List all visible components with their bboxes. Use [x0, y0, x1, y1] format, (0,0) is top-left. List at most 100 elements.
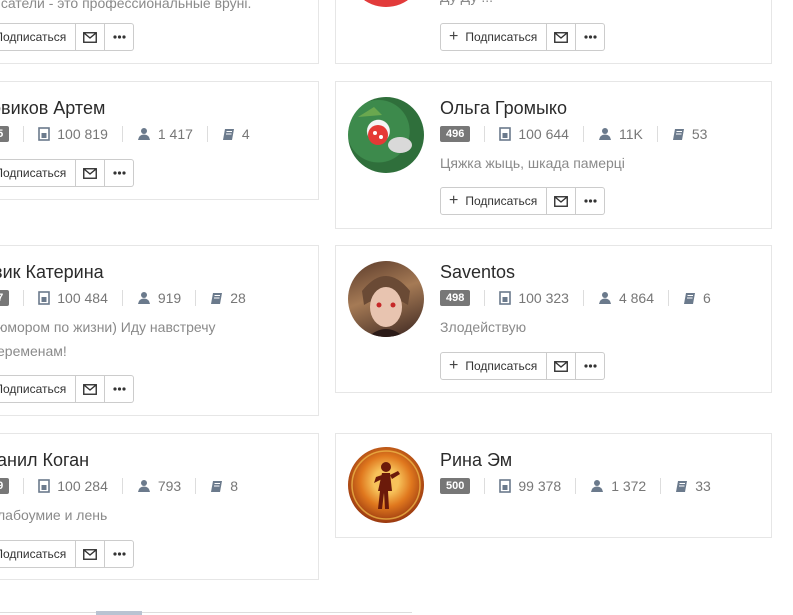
message-button[interactable]: [76, 23, 106, 51]
author-name[interactable]: Рина Эм: [440, 450, 512, 471]
book-pages-icon: [38, 479, 51, 493]
divider: [0, 612, 412, 613]
books-stat: 33: [675, 478, 711, 494]
person-icon: [598, 292, 611, 304]
author-name[interactable]: Ольга Громыко: [440, 98, 567, 119]
subscribe-button[interactable]: +Подписаться: [0, 23, 77, 51]
ellipsis-icon: [584, 199, 597, 203]
author-stats: 97 100 484 919 28: [0, 290, 246, 306]
followers-stat: 793: [137, 478, 181, 494]
avatar-image: [362, 276, 410, 337]
followers-stat: 4 864: [598, 290, 654, 306]
more-options-button[interactable]: [105, 159, 135, 187]
plus-icon: +: [449, 357, 459, 374]
envelope-icon: [83, 383, 98, 395]
avatar-image: [351, 450, 421, 520]
followers-stat: 919: [137, 290, 181, 306]
ellipsis-icon: [584, 364, 597, 368]
subscribe-button[interactable]: +Подписаться: [440, 187, 548, 215]
author-actions: +Подписаться: [0, 159, 135, 187]
book-pages-icon: [499, 291, 512, 305]
more-options-button[interactable]: [105, 375, 135, 403]
books-stat: 4: [222, 126, 250, 142]
message-button[interactable]: [76, 540, 106, 568]
followers-stat: 1 417: [137, 126, 193, 142]
followers-stat: 11K: [598, 126, 643, 142]
message-button[interactable]: [76, 159, 106, 187]
message-button[interactable]: [547, 187, 577, 215]
more-options-button[interactable]: [576, 187, 606, 215]
author-bio: Цяжка жыць, шкада памерці: [440, 155, 625, 171]
author-bio: еременам!: [0, 343, 67, 359]
subscribe-button[interactable]: +Подписаться: [440, 352, 548, 380]
envelope-icon: [554, 195, 569, 207]
book-pages-icon: [38, 291, 51, 305]
more-options-button[interactable]: [576, 23, 606, 51]
book-icon: [672, 128, 684, 140]
author-bio: Ду Ду ...: [440, 0, 493, 9]
more-options-button[interactable]: [105, 540, 135, 568]
author-bio: лабоумие и лень: [0, 507, 108, 523]
book-icon: [211, 480, 223, 492]
avatar[interactable]: [348, 447, 424, 523]
author-stats: 95 100 819 1 417 4: [0, 126, 250, 142]
pages-stat: 100 644: [499, 126, 569, 142]
author-actions: +Подписаться: [0, 375, 135, 403]
author-actions: +Подписаться: [0, 23, 135, 51]
author-stats: 99 100 284 793 8: [0, 478, 238, 494]
pages-stat: 99 378: [499, 478, 561, 494]
envelope-icon: [554, 31, 569, 43]
author-actions: +Подписаться: [0, 540, 135, 568]
pages-stat: 100 819: [38, 126, 108, 142]
author-bio: юмором по жизни) Иду навстречу: [0, 319, 216, 335]
envelope-icon: [554, 360, 569, 372]
author-card: анил Коган 99 100 284 793 8 лабоумие и л…: [0, 433, 319, 580]
followers-stat: 1 372: [590, 478, 646, 494]
plus-icon: +: [449, 192, 459, 209]
author-card: Ольга Громыко 496 100 644 11K 53 Цяжка ж…: [335, 81, 772, 229]
author-name[interactable]: овиков Артем: [0, 98, 105, 119]
message-button[interactable]: [547, 23, 577, 51]
message-button[interactable]: [76, 375, 106, 403]
ellipsis-icon: [113, 35, 126, 39]
book-pages-icon: [499, 127, 512, 141]
rank-badge: 500: [440, 478, 471, 494]
message-button[interactable]: [547, 352, 577, 380]
author-card: Рина Эм 500 99 378 1 372 33: [335, 433, 772, 538]
avatar[interactable]: [348, 261, 424, 337]
author-card: Ду Ду ... +Подписаться: [335, 0, 772, 64]
subscribe-button[interactable]: +Подписаться: [0, 159, 77, 187]
subscribe-button[interactable]: +Подписаться: [0, 540, 77, 568]
person-icon: [137, 292, 150, 304]
book-icon: [676, 480, 688, 492]
subscribe-button[interactable]: +Подписаться: [0, 375, 77, 403]
author-card: вик Катерина 97 100 484 919 28 юмором по…: [0, 245, 319, 416]
more-options-button[interactable]: [576, 352, 606, 380]
author-actions: +Подписаться: [440, 187, 606, 215]
scroll-indicator: [96, 611, 142, 615]
book-pages-icon: [38, 127, 51, 141]
author-name[interactable]: анил Коган: [0, 450, 89, 471]
books-stat: 53: [672, 126, 707, 142]
avatar-image: [358, 107, 412, 153]
author-name[interactable]: вик Катерина: [0, 262, 104, 283]
author-bio: исатели - это профессиональные врунi.: [0, 0, 252, 11]
more-options-button[interactable]: [105, 23, 135, 51]
envelope-icon: [83, 31, 98, 43]
envelope-icon: [83, 167, 98, 179]
avatar[interactable]: [348, 0, 424, 7]
rank-badge: 498: [440, 290, 471, 306]
author-name[interactable]: Saventos: [440, 262, 515, 283]
envelope-icon: [83, 548, 98, 560]
author-bio: Злодействую: [440, 319, 527, 335]
person-icon: [137, 128, 150, 140]
book-icon: [222, 128, 234, 140]
author-card: исатели - это профессиональные врунi. +П…: [0, 0, 319, 64]
avatar[interactable]: [348, 97, 424, 173]
person-icon: [598, 128, 611, 140]
ellipsis-icon: [584, 35, 597, 39]
pages-stat: 100 323: [499, 290, 569, 306]
subscribe-button[interactable]: +Подписаться: [440, 23, 548, 51]
author-card: овиков Артем 95 100 819 1 417 4 +Подписа…: [0, 81, 319, 200]
ellipsis-icon: [113, 171, 126, 175]
